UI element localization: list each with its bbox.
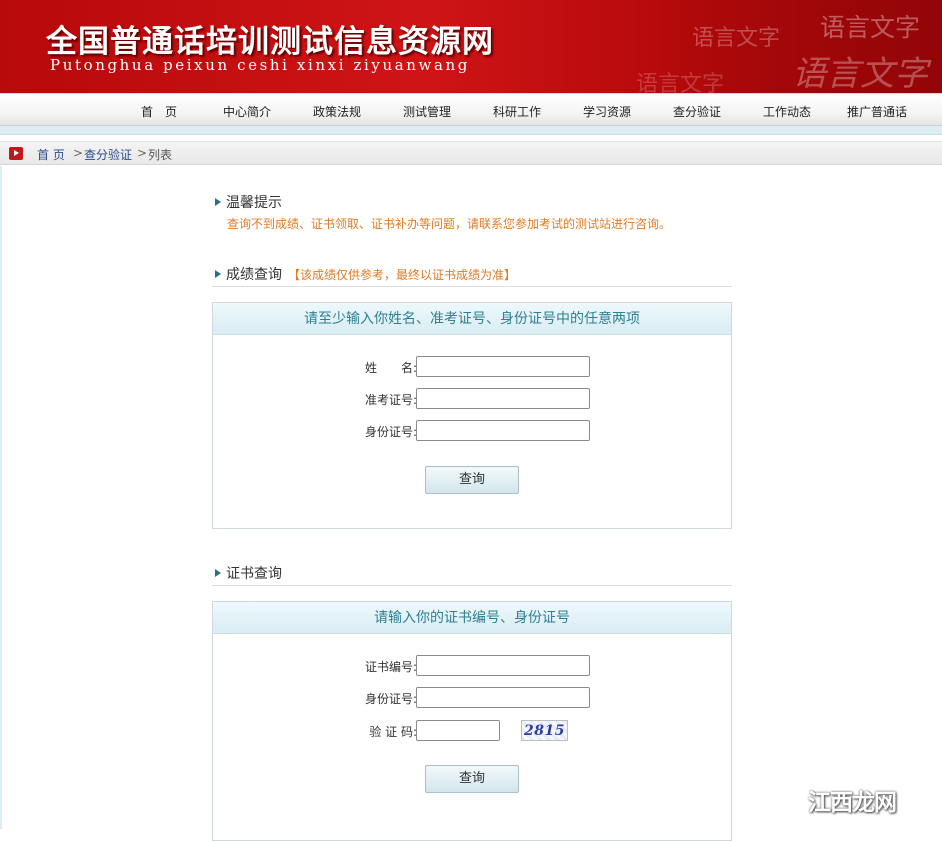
name-input[interactable]	[416, 356, 590, 377]
watermark-text: 江西龙网	[808, 790, 897, 816]
triangle-bullet-icon	[215, 198, 221, 206]
cert-number-row: 证书编号:	[213, 655, 733, 677]
section-divider	[212, 286, 732, 287]
nav-item-promote-putonghua[interactable]: 推广普通话	[847, 103, 907, 120]
breadcrumb-home-link[interactable]: 首 页	[37, 146, 65, 163]
breadcrumb: 首 页 > 查分验证 > 列表	[0, 141, 942, 165]
captcha-label: 验 证 码:	[369, 725, 417, 739]
nav-item-news[interactable]: 工作动态	[763, 103, 811, 120]
exam-number-input[interactable]	[416, 388, 590, 409]
nav-item-research[interactable]: 科研工作	[493, 103, 541, 120]
cert-number-input[interactable]	[416, 655, 590, 676]
score-query-note: 【该成绩仅供参考，最终以证书成绩为准】	[288, 268, 517, 282]
cert-number-label: 证书编号:	[364, 660, 417, 674]
name-row: 姓 名:	[213, 356, 733, 378]
breadcrumb-current: 列表	[148, 148, 173, 162]
captcha-row: 验 证 码: 2815	[213, 720, 733, 742]
nav-item-score-verification[interactable]: 查分验证	[673, 103, 721, 120]
nav-item-home[interactable]: 首 页	[141, 103, 177, 120]
left-border-line	[0, 166, 2, 829]
nav-item-learning-resources[interactable]: 学习资源	[583, 103, 631, 120]
cert-id-number-input[interactable]	[416, 687, 590, 708]
cert-query-button[interactable]: 查询	[425, 765, 519, 793]
cert-id-number-row: 身份证号:	[213, 687, 733, 709]
site-subtitle: Putonghua peixun ceshi xinxi ziyuanwang	[50, 56, 470, 74]
score-query-title: 成绩查询	[226, 267, 282, 283]
score-query-heading: 成绩查询 【该成绩仅供参考，最终以证书成绩为准】	[215, 264, 516, 284]
captcha-input[interactable]	[416, 720, 500, 741]
banner-decor-text: 语言文字	[692, 26, 781, 51]
cert-query-panel: 请输入你的证书编号、身份证号 证书编号: 身份证号: 验 证 码: 2815 查…	[212, 601, 732, 841]
score-query-panel: 请至少输入你姓名、准考证号、身份证号中的任意两项 姓 名: 准考证号: 身份证号…	[212, 302, 732, 529]
id-number-row: 身份证号:	[213, 420, 733, 442]
breadcrumb-separator: >	[137, 146, 148, 160]
tips-heading: 温馨提示	[215, 192, 282, 212]
score-query-panel-title: 请至少输入你姓名、准考证号、身份证号中的任意两项	[213, 303, 731, 335]
score-query-button[interactable]: 查询	[425, 466, 519, 494]
main-nav: 首 页 中心简介 政策法规 测试管理 科研工作 学习资源 查分验证 工作动态 推…	[0, 93, 942, 126]
cert-query-panel-title: 请输入你的证书编号、身份证号	[213, 602, 731, 634]
watermark-logo: 江西龙网	[808, 783, 897, 816]
cert-query-heading: 证书查询	[215, 563, 282, 583]
exam-number-label: 准考证号:	[364, 393, 417, 407]
id-number-label: 身份证号:	[364, 425, 417, 439]
exam-number-row: 准考证号:	[213, 388, 733, 410]
banner-decor-text: 语言文字	[792, 54, 928, 93]
site-banner: 语言文字 语言文字 语言文字 语言文字 全国普通话培训测试信息资源网 Puton…	[0, 0, 942, 93]
captcha-image[interactable]: 2815	[521, 720, 568, 741]
tips-title: 温馨提示	[226, 195, 282, 211]
nav-divider-strip	[0, 126, 942, 135]
nav-item-policy[interactable]: 政策法规	[313, 103, 361, 120]
tips-text: 查询不到成绩、证书领取、证书补办等问题，请联系您参加考试的测试站进行咨询。	[227, 217, 672, 231]
nav-item-test-management[interactable]: 测试管理	[403, 103, 451, 120]
banner-decor-text: 语言文字	[636, 72, 725, 93]
site-title: 全国普通话培训测试信息资源网	[46, 24, 494, 60]
play-arrow-icon	[9, 147, 23, 160]
nav-item-about[interactable]: 中心简介	[223, 103, 271, 120]
name-label: 姓 名:	[364, 361, 417, 375]
banner-decor-text: 语言文字	[820, 13, 921, 42]
breadcrumb-separator: >	[73, 146, 84, 160]
breadcrumb-section-link[interactable]: 查分验证	[84, 146, 132, 163]
cert-id-number-label: 身份证号:	[364, 692, 417, 706]
id-number-input[interactable]	[416, 420, 590, 441]
triangle-bullet-icon	[215, 569, 221, 577]
triangle-bullet-icon	[215, 270, 221, 278]
section-divider	[212, 585, 732, 586]
cert-query-title: 证书查询	[226, 566, 282, 582]
